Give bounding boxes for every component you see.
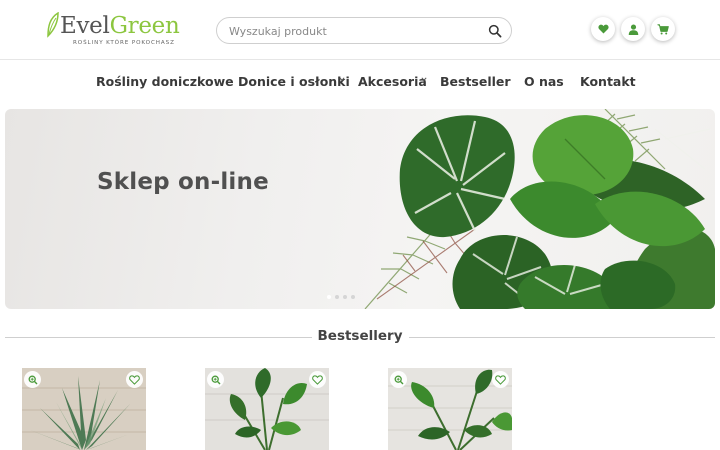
hero-title: Sklep on-line (97, 169, 269, 195)
search-bar (216, 17, 512, 44)
logo-wordmark: EvelGreen (60, 13, 180, 39)
logo-tagline: ROŚLINY KTÓRE POKOCHASZ (73, 40, 175, 46)
cart-button[interactable] (651, 17, 675, 41)
add-to-wishlist-button[interactable] (126, 371, 143, 388)
logo-word-dark: Evel (60, 13, 110, 39)
quick-view-button[interactable] (390, 371, 407, 388)
hero-slider[interactable]: Sklep on-line (5, 109, 715, 309)
add-to-wishlist-button[interactable] (309, 371, 326, 388)
user-icon (628, 24, 638, 35)
quick-view-button[interactable] (207, 371, 224, 388)
nav-item-rosliny-doniczkowe[interactable]: Rośliny doniczkowe (96, 74, 234, 89)
heart-icon (312, 374, 323, 385)
zoom-icon (211, 375, 220, 384)
heart-icon (495, 374, 506, 385)
main-nav: Rośliny doniczkowe Donice i osłonki Akce… (0, 60, 720, 104)
nav-item-o-nas[interactable]: O nas (524, 74, 564, 89)
add-to-wishlist-button[interactable] (492, 371, 509, 388)
search-input[interactable] (229, 23, 479, 39)
zoom-icon (394, 375, 403, 384)
wishlist-button[interactable] (591, 17, 615, 41)
logo[interactable]: EvelGreen ROŚLINY KTÓRE POKOCHASZ (46, 12, 180, 50)
zoom-icon (28, 375, 37, 384)
nav-item-bestseller[interactable]: Bestseller (440, 74, 511, 89)
slider-dot[interactable] (327, 295, 331, 299)
cart-icon (657, 23, 669, 35)
site-header: EvelGreen ROŚLINY KTÓRE POKOCHASZ (0, 0, 720, 60)
nav-item-kontakt[interactable]: Kontakt (580, 74, 636, 89)
hero-plants-image (364, 109, 715, 309)
slider-dot[interactable] (351, 295, 355, 299)
product-card[interactable] (388, 368, 512, 450)
heart-icon (597, 24, 609, 34)
nav-item-akcesoria[interactable]: Akcesoria (358, 74, 427, 89)
nav-item-donice-i-oslonki[interactable]: Donice i osłonki (238, 74, 350, 89)
account-button[interactable] (621, 17, 645, 41)
product-card[interactable] (205, 368, 329, 450)
chevron-down-icon (339, 77, 345, 81)
search-icon[interactable] (488, 24, 502, 38)
logo-word-green: Green (109, 13, 180, 39)
product-card[interactable] (22, 368, 146, 450)
section-title: Bestsellery (5, 328, 715, 344)
bestsellers-heading: Bestsellery (5, 327, 715, 347)
slider-dot[interactable] (343, 295, 347, 299)
quick-view-button[interactable] (24, 371, 41, 388)
heart-icon (129, 374, 140, 385)
chevron-down-icon (421, 77, 427, 81)
slider-dot[interactable] (335, 295, 339, 299)
section-title-text: Bestsellery (311, 328, 409, 344)
